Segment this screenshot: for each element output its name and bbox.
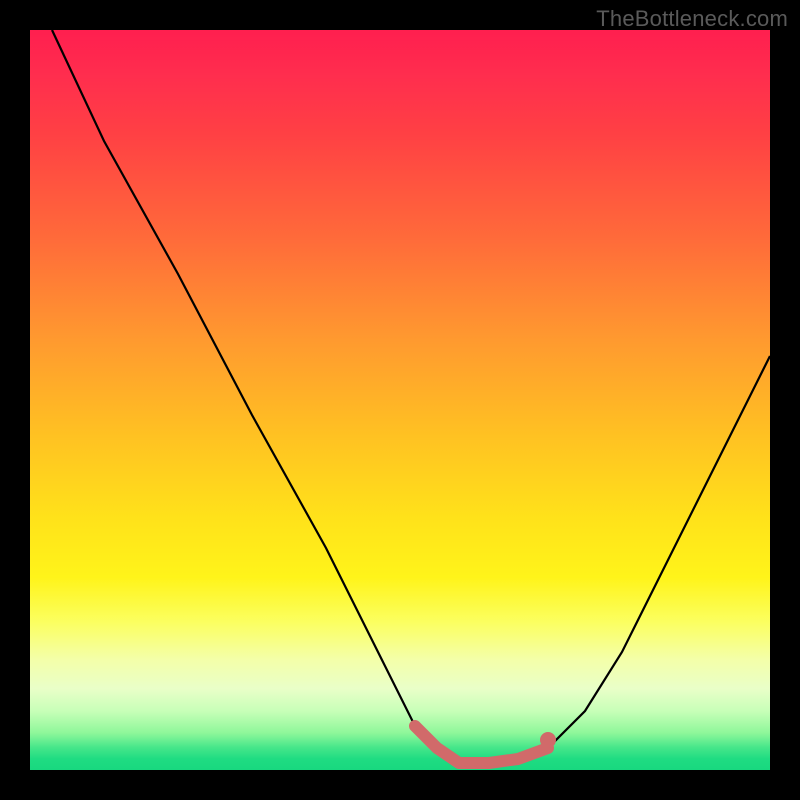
watermark-text: TheBottleneck.com bbox=[596, 6, 788, 32]
bottleneck-curve bbox=[52, 30, 770, 763]
highlight-band bbox=[415, 726, 548, 763]
highlight-dot bbox=[540, 732, 556, 748]
curve-svg bbox=[30, 30, 770, 770]
chart-frame: TheBottleneck.com bbox=[0, 0, 800, 800]
plot-area bbox=[30, 30, 770, 770]
